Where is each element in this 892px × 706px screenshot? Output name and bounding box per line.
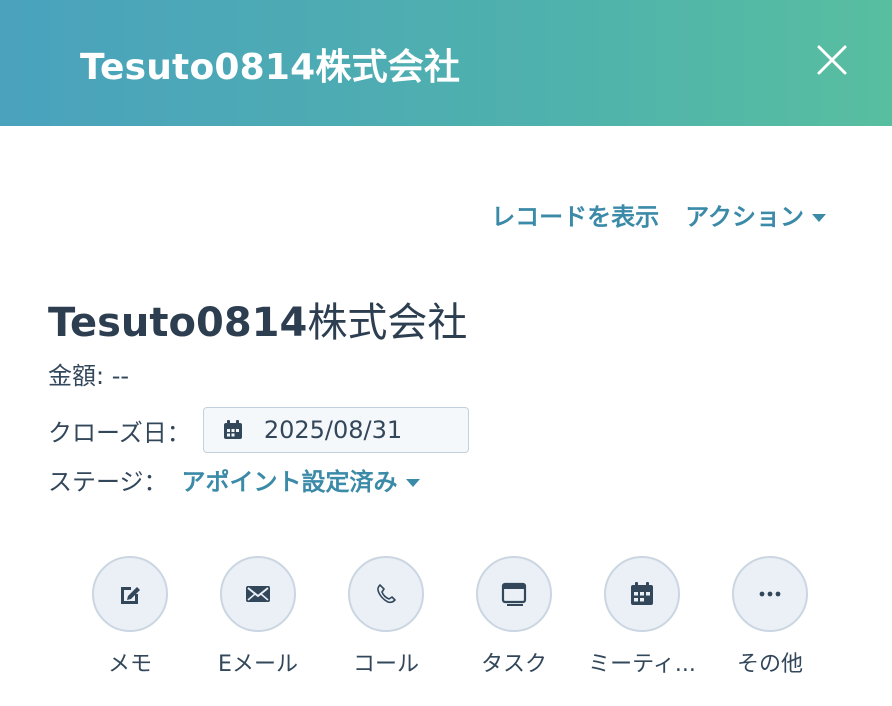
view-record-link[interactable]: レコードを表示 bbox=[491, 197, 659, 232]
action-circle bbox=[604, 556, 680, 632]
actions-dropdown-label: アクション bbox=[685, 203, 804, 231]
close-date-label: クローズ日： bbox=[48, 418, 191, 447]
action-circle bbox=[348, 556, 424, 632]
more-action-button[interactable]: その他 bbox=[710, 556, 830, 678]
action-label: タスク bbox=[480, 652, 547, 677]
action-label: メモ bbox=[107, 652, 152, 677]
email-action-button[interactable]: Eメール bbox=[198, 556, 318, 678]
email-icon bbox=[246, 586, 270, 602]
amount-text: 金額: -- bbox=[48, 362, 130, 390]
stage-label: ステージ： bbox=[48, 468, 168, 496]
close-date-row: クローズ日： 2025/08/31 bbox=[48, 405, 469, 455]
action-label: コール bbox=[352, 652, 419, 677]
activity-actions: メモ Eメール コール タスク ミーティ... その他 bbox=[0, 556, 892, 686]
stage-row: ステージ： アポイント設定済み bbox=[48, 462, 420, 497]
caret-down-icon bbox=[812, 214, 826, 222]
close-date-value: 2025/08/31 bbox=[263, 416, 403, 444]
action-circle bbox=[732, 556, 808, 632]
header-bar: Tesuto0814株式会社 bbox=[0, 0, 892, 126]
calendar-icon bbox=[631, 582, 653, 605]
edit-icon bbox=[121, 587, 140, 604]
top-links: レコードを表示 アクション bbox=[491, 197, 826, 232]
phone-icon bbox=[377, 584, 396, 604]
note-action-button[interactable]: メモ bbox=[70, 556, 190, 678]
caret-down-icon bbox=[405, 479, 420, 487]
more-icon bbox=[759, 591, 781, 597]
stage-dropdown[interactable]: アポイント設定済み bbox=[182, 462, 420, 497]
action-circle bbox=[220, 556, 296, 632]
action-circle bbox=[92, 556, 168, 632]
task-action-button[interactable]: タスク bbox=[454, 556, 574, 678]
call-action-button[interactable]: コール bbox=[326, 556, 446, 678]
calendar-icon bbox=[223, 420, 242, 439]
header-title: Tesuto0814株式会社 bbox=[80, 47, 461, 88]
record-title-latin: Tesuto0814 bbox=[48, 300, 308, 346]
action-label: Eメール bbox=[218, 652, 298, 677]
action-circle bbox=[476, 556, 552, 632]
close-date-field[interactable]: 2025/08/31 bbox=[202, 407, 469, 453]
stage-value: アポイント設定済み bbox=[181, 468, 398, 496]
record-title: Tesuto0814株式会社 bbox=[48, 290, 467, 348]
action-label: その他 bbox=[736, 652, 803, 677]
close-button[interactable] bbox=[808, 36, 856, 84]
meeting-action-button[interactable]: ミーティ... bbox=[582, 556, 702, 678]
actions-dropdown[interactable]: アクション bbox=[685, 197, 826, 232]
record-title-jp: 株式会社 bbox=[307, 300, 468, 346]
task-icon bbox=[501, 582, 527, 606]
close-icon bbox=[817, 45, 847, 75]
action-label: ミーティ... bbox=[588, 652, 696, 677]
